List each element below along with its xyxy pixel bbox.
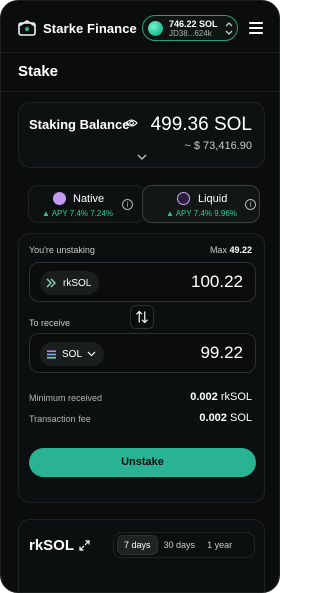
min-received-amount: 0.002 (190, 391, 218, 403)
rksol-title: rkSOL (29, 537, 75, 554)
wallet-toggle-icon (225, 22, 233, 35)
from-token-label: rkSOL (63, 277, 92, 289)
tab-native-label: Native (73, 193, 105, 205)
app-window: Starke Finance 746.22 SOL JD38...624k St… (0, 0, 280, 593)
staking-balance-value: 499.36 SOL (150, 114, 252, 135)
rksol-chart-card: rkSOL 7 days 30 days 1 year (18, 519, 265, 592)
rksol-token-icon (46, 278, 56, 288)
tab-liquid-apy-text: APY 7.4% 9.96% (175, 209, 237, 218)
tab-native-apy-text: APY 7.4% 7.24% (51, 209, 113, 218)
max-label: Max (209, 245, 227, 255)
range-30-days[interactable]: 30 days (158, 536, 202, 554)
from-token-selector[interactable]: rkSOL (40, 271, 100, 295)
max-value: 49.22 (229, 245, 252, 255)
range-1-year[interactable]: 1 year (201, 536, 238, 554)
staking-balance-card: Staking Balance 499.36 SOL ~ $ 73,416.90 (18, 102, 265, 168)
range-7-days[interactable]: 7 days (117, 535, 158, 555)
native-token-icon (53, 192, 66, 205)
chevron-down-icon (87, 351, 96, 357)
fee-unit: SOL (229, 412, 252, 424)
page-title: Stake (18, 63, 59, 80)
menu-icon[interactable] (249, 22, 263, 34)
info-icon[interactable]: i (245, 199, 256, 210)
tab-liquid-apy: ▲ APY 7.4% 9.96% (166, 209, 237, 218)
chevron-down-icon[interactable] (137, 154, 147, 161)
to-token-selector[interactable]: SOL (40, 342, 105, 366)
tab-liquid-label: Liquid (198, 193, 228, 205)
wallet-avatar-icon (148, 21, 163, 36)
min-received-value: 0.002 rkSOL (190, 391, 252, 403)
unstaking-label: You're unstaking (29, 245, 95, 255)
unstake-card: You're unstaking Max 49.22 rkSOL 100.22 … (18, 233, 265, 503)
swap-icon[interactable] (130, 305, 154, 329)
fee-value: 0.002 SOL (199, 412, 252, 424)
header: Starke Finance 746.22 SOL JD38...624k (1, 1, 279, 53)
sol-token-icon (47, 350, 56, 358)
to-token-label: SOL (62, 348, 83, 360)
tab-liquid[interactable]: Liquid ▲ APY 7.4% 9.96% i (142, 185, 260, 223)
wallet-address: JD38...624k (169, 29, 212, 38)
staking-balance-label: Staking Balance (29, 117, 130, 132)
wallet-balance: 746.22 SOL (169, 19, 218, 29)
from-amount: 100.22 (191, 272, 243, 291)
divider (1, 91, 279, 92)
min-received-label: Minimum received (29, 393, 103, 403)
to-amount: 99.22 (200, 343, 243, 362)
expand-icon[interactable] (79, 540, 90, 551)
tab-native-apy: ▲ APY 7.4% 7.24% (42, 209, 113, 218)
unstake-button[interactable]: Unstake (29, 448, 256, 477)
wallet-button[interactable]: 746.22 SOL JD38...624k (142, 15, 238, 41)
unstake-amount-field[interactable]: rkSOL 100.22 (29, 262, 256, 302)
tab-native[interactable]: Native ▲ APY 7.4% 7.24% i (28, 185, 146, 223)
brand-name: Starke Finance (43, 21, 137, 36)
fee-label: Transaction fee (29, 414, 91, 424)
min-received-unit: rkSOL (220, 391, 252, 403)
info-icon[interactable]: i (122, 199, 133, 210)
range-selector: 7 days 30 days 1 year (113, 532, 255, 558)
liquid-token-icon (177, 192, 190, 205)
receive-amount-field: SOL 99.22 (29, 333, 256, 373)
staking-balance-usd: ~ $ 73,416.90 (184, 140, 252, 152)
max-amount[interactable]: Max 49.22 (210, 245, 252, 255)
receive-label: To receive (29, 318, 71, 328)
eye-icon[interactable] (125, 118, 138, 128)
logo-icon (18, 20, 36, 36)
fee-amount: 0.002 (199, 412, 227, 424)
